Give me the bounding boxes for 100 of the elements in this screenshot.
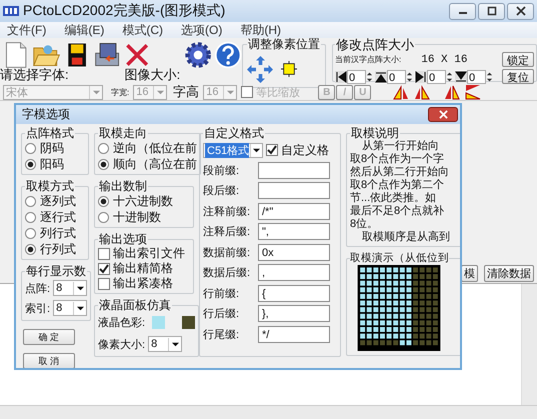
caret-icon: [76, 304, 84, 312]
spinner-field[interactable]: 0: [427, 70, 446, 84]
custom-format-checkbox[interactable]: 自定义格: [266, 142, 329, 158]
close-button[interactable]: [428, 107, 458, 122]
explanation-text: 取8个点作为第二个: [350, 179, 446, 192]
reset-button[interactable]: 复位: [502, 69, 534, 84]
menu-item[interactable]: 编辑(E): [64, 22, 104, 38]
field-label: 行尾缀:: [203, 328, 240, 342]
radio-button[interactable]: 十六进制数: [98, 193, 190, 209]
maximize-icon: [486, 6, 496, 16]
main-button[interactable]: 模: [461, 265, 478, 282]
left-edge-icon[interactable]: [335, 70, 347, 82]
text-field[interactable]: */: [258, 326, 330, 343]
check-icon: [267, 145, 277, 155]
group-title: 输出选项: [98, 233, 148, 246]
group-title: 自定义格式: [203, 127, 265, 140]
spinner-field[interactable]: 0: [467, 70, 486, 84]
pixel-size-dropdown[interactable]: 8: [148, 336, 182, 352]
bottom-edge-icon[interactable]: [455, 70, 467, 82]
horizontal-scrollbar[interactable]: [0, 405, 537, 419]
group-title: 每行显示数: [25, 265, 87, 278]
vertical-scrollbar[interactable]: [521, 284, 537, 405]
ok-button[interactable]: 确 定: [23, 329, 75, 345]
explanation-text: 然后从第二行开始向: [350, 166, 450, 178]
group-title: 取模演示（从低位到: [350, 252, 449, 265]
menu-item[interactable]: 选项(O): [181, 22, 222, 38]
down-arrow-icon[interactable]: [256, 74, 264, 82]
field-label: 段后缀:: [203, 184, 240, 198]
text-field[interactable]: [258, 162, 330, 179]
flip-horizontal-icon[interactable]: [465, 84, 482, 100]
left-arrow-icon[interactable]: [247, 64, 256, 74]
field-label: 行前缀:: [203, 286, 240, 301]
caret-icon: [226, 88, 234, 96]
text-field[interactable]: [258, 182, 330, 200]
spinner-field[interactable]: 0: [347, 70, 366, 84]
color-swatch[interactable]: [152, 316, 166, 328]
spinner-field[interactable]: 0: [387, 70, 406, 84]
main-button[interactable]: 清除数据: [484, 265, 534, 282]
color-swatch[interactable]: [182, 316, 196, 328]
text-field[interactable]: /*": [258, 202, 330, 220]
menu-item[interactable]: 模式(C): [122, 22, 163, 38]
explanation-text: 从第一行开始向: [361, 140, 440, 152]
right-arrow-icon[interactable]: [264, 64, 273, 74]
close-button[interactable]: [507, 2, 534, 20]
field-label: 索引:: [25, 302, 50, 316]
image-size-label: 图像大小:: [124, 66, 180, 84]
group-title: 点阵格式: [25, 127, 75, 140]
rotate-right-icon[interactable]: [414, 84, 430, 100]
explanation-text: 取模顺序是从高到: [361, 231, 451, 244]
checkbox[interactable]: 输出紧凑格: [98, 276, 190, 291]
minimize-button[interactable]: [449, 2, 476, 20]
maximize-button[interactable]: [478, 2, 505, 20]
radio-button[interactable]: 阳码: [25, 156, 85, 172]
caret-icon: [92, 88, 100, 96]
radio-button[interactable]: 阴码: [25, 140, 85, 156]
radio-button[interactable]: 逐列式: [25, 193, 85, 209]
field-label: 注释后缀:: [203, 224, 252, 240]
font-label: 请选择字体:: [0, 66, 69, 84]
count-dropdown[interactable]: 8: [53, 280, 88, 296]
radio-button[interactable]: 行列式: [25, 241, 85, 257]
right-edge-icon[interactable]: [415, 70, 427, 82]
caret-icon: [253, 146, 260, 154]
field-label: 行后缀:: [203, 307, 240, 322]
checkbox[interactable]: 输出索引文件: [98, 246, 190, 261]
radio-button[interactable]: 逐行式: [25, 209, 85, 225]
flip-vertical-icon[interactable]: [444, 84, 460, 100]
up-arrow-icon[interactable]: [256, 56, 264, 64]
caret-icon: [76, 284, 84, 292]
text-field[interactable]: },: [258, 305, 330, 322]
rotate-left-icon[interactable]: [393, 84, 410, 100]
radio-button[interactable]: 逆向（低位在前: [98, 140, 197, 156]
field-label: 液晶色彩:: [98, 316, 146, 330]
field-label: 点阵:: [25, 282, 50, 296]
help-icon[interactable]: [214, 40, 242, 70]
lock-button[interactable]: 锁定: [502, 52, 534, 67]
top-edge-icon[interactable]: [375, 70, 387, 82]
matrix-size-value: 16 X 16: [421, 54, 468, 66]
check-icon: [99, 264, 109, 274]
settings-icon[interactable]: [184, 40, 212, 70]
text-field[interactable]: 0x: [258, 244, 330, 261]
menu-item[interactable]: 帮助(H): [240, 22, 281, 38]
radio-button[interactable]: 十进制数: [98, 209, 190, 225]
cancel-button[interactable]: 取 消: [23, 353, 75, 368]
field-label: 像素大小:: [98, 338, 146, 352]
dialog-title: 字模选项: [22, 106, 70, 123]
text-field[interactable]: ,: [258, 264, 330, 282]
explanation-text: 取8个点作为一个字: [350, 153, 446, 166]
checkbox[interactable]: 输出精简格: [98, 261, 190, 276]
menu-item[interactable]: 文件(F): [7, 22, 46, 38]
explanation-text: 最后不足8个点就补: [350, 205, 446, 218]
field-label: 数据后缀:: [203, 266, 252, 280]
count-dropdown[interactable]: 8: [53, 300, 88, 316]
radio-button[interactable]: 顺向（高位在前: [98, 156, 197, 172]
matrix-size-caption: 当前汉字点阵大小:: [335, 54, 402, 65]
center-icon[interactable]: [281, 61, 297, 77]
text-field[interactable]: ",: [258, 223, 330, 240]
format-dropdown[interactable]: C51格式: [203, 142, 263, 158]
group-title: 修改点阵大小: [335, 38, 415, 51]
text-field[interactable]: {: [258, 284, 330, 302]
radio-button[interactable]: 列行式: [25, 225, 85, 241]
